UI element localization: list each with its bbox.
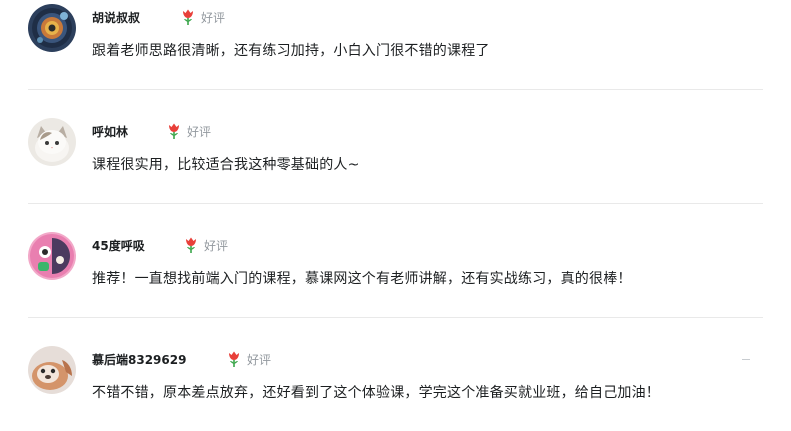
rating-badge: 好评 xyxy=(166,122,211,140)
reviewer-name[interactable]: 胡说叔叔 xyxy=(92,9,140,26)
review-item: 呼如林 好评 课程很实用，比较适合我这种零基础的人~ xyxy=(0,118,763,188)
avatar-image xyxy=(28,118,76,166)
review-content: 不错不错，原本差点放弃，还好看到了这个体验课，学完这个准备买就业班，给自己加油！ xyxy=(92,385,660,401)
divider xyxy=(28,317,763,318)
rating-badge: 好评 xyxy=(180,8,225,26)
more-indicator-icon xyxy=(742,359,750,360)
avatar-image xyxy=(28,346,76,394)
divider xyxy=(28,203,763,204)
avatar-image xyxy=(28,4,76,52)
divider xyxy=(28,89,763,90)
rating-badge: 好评 xyxy=(226,350,271,368)
review-item: 胡说叔叔 好评 跟着老师思路很清晰，还有练习加持，小白入门很不错的课程了 xyxy=(0,4,763,74)
avatar[interactable] xyxy=(28,4,76,52)
avatar-image xyxy=(28,232,76,280)
rating-badge: 好评 xyxy=(183,236,228,254)
flower-icon xyxy=(169,123,179,139)
review-list: 胡说叔叔 好评 跟着老师思路很清晰，还有练习加持，小白入门很不错的课程了 呼如林… xyxy=(0,0,791,431)
avatar[interactable] xyxy=(28,346,76,394)
review-item: 慕后端8329629 好评 不错不错，原本差点放弃，还好看到了这个体验课，学完这… xyxy=(0,346,763,416)
avatar[interactable] xyxy=(28,118,76,166)
flower-icon xyxy=(183,9,193,25)
review-content: 跟着老师思路很清晰，还有练习加持，小白入门很不错的课程了 xyxy=(92,43,490,59)
flower-icon xyxy=(229,351,239,367)
flower-icon xyxy=(186,237,196,253)
reviewer-name[interactable]: 呼如林 xyxy=(92,123,128,140)
review-content: 课程很实用，比较适合我这种零基础的人~ xyxy=(92,157,360,173)
reviewer-name[interactable]: 慕后端8329629 xyxy=(92,351,186,368)
rating-label: 好评 xyxy=(247,352,272,367)
reviewer-name[interactable]: 45度呼吸 xyxy=(92,237,145,254)
rating-label: 好评 xyxy=(187,124,212,139)
review-item: 45度呼吸 好评 推荐！一直想找前端入门的课程，慕课网这个有老师讲解，还有实战练… xyxy=(0,232,763,302)
rating-label: 好评 xyxy=(204,238,229,253)
rating-label: 好评 xyxy=(201,10,226,25)
review-content: 推荐！一直想找前端入门的课程，慕课网这个有老师讲解，还有实战练习，真的很棒！ xyxy=(92,271,632,287)
avatar[interactable] xyxy=(28,232,76,280)
